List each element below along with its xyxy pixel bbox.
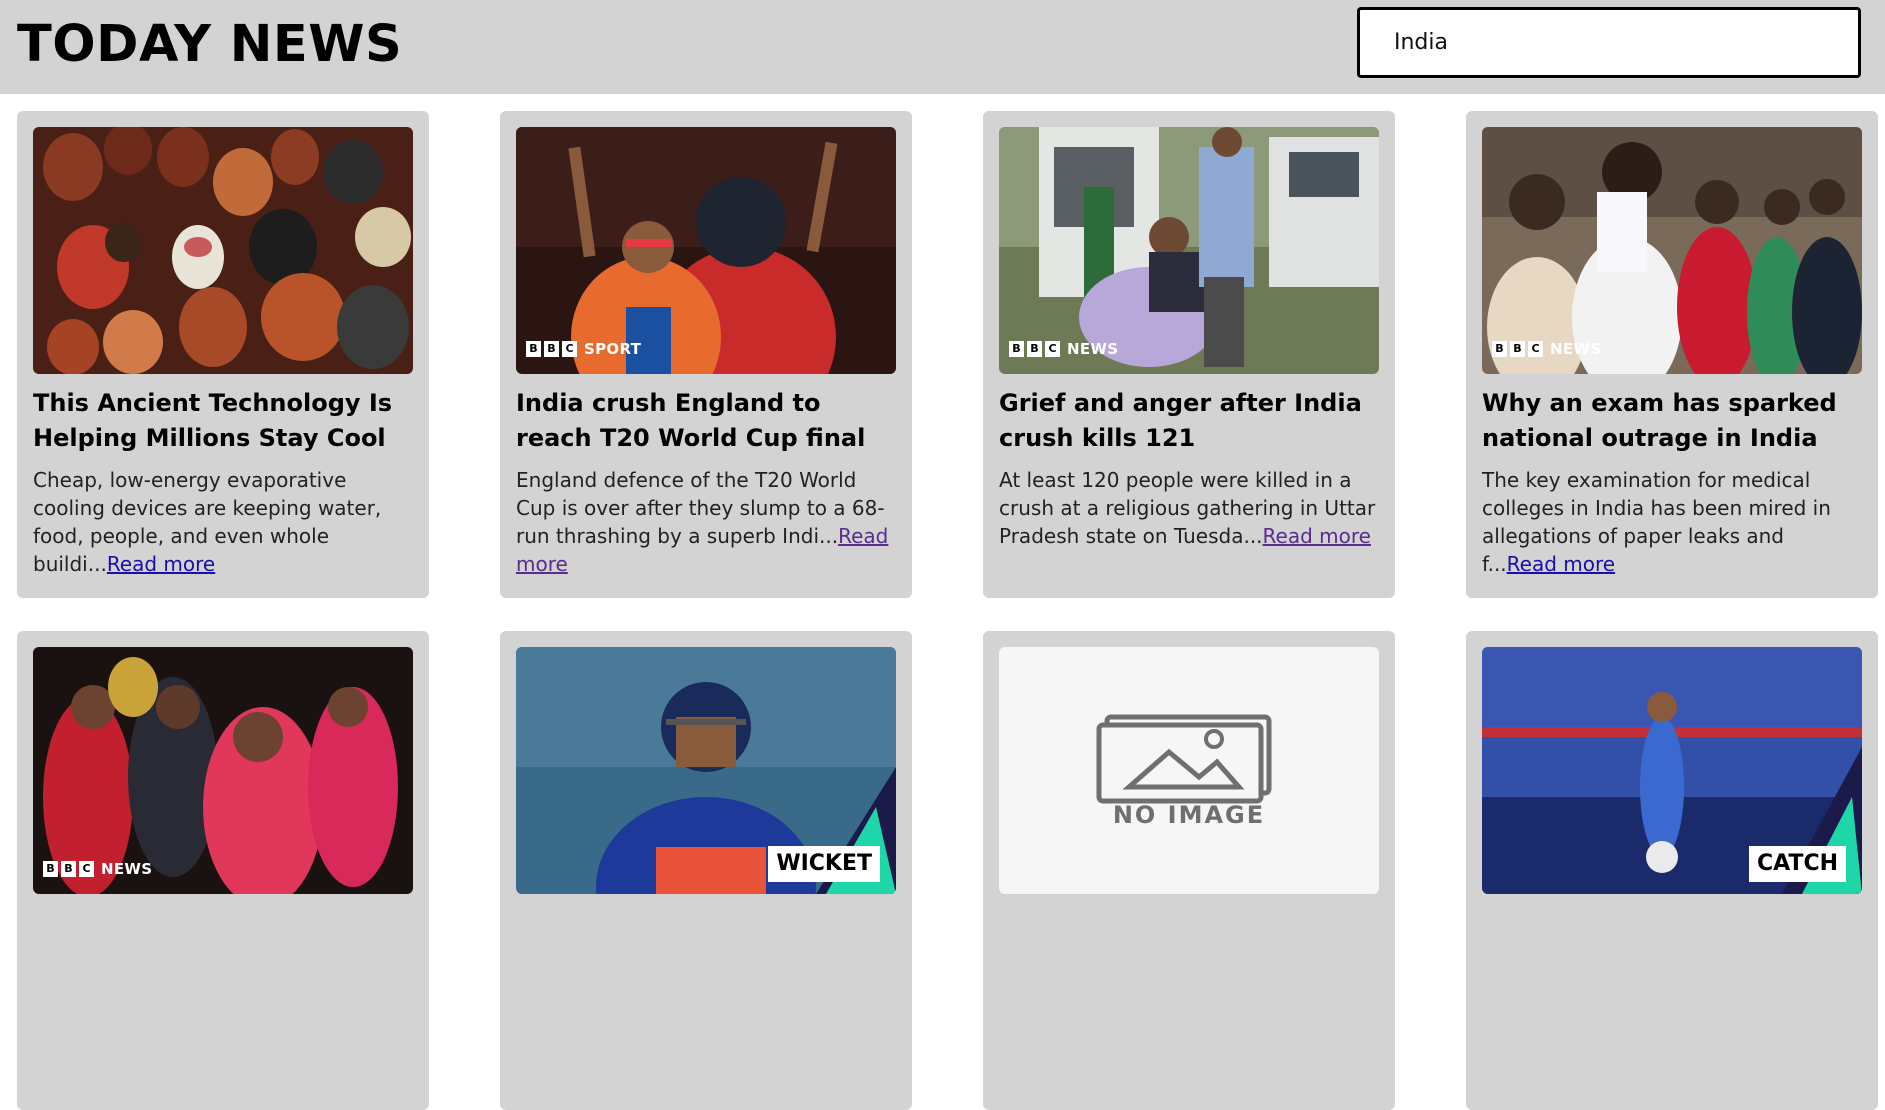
bbc-logo-block: C	[1045, 341, 1060, 357]
article-image-cricket-celebration[interactable]: B B C SPORT	[516, 127, 896, 374]
bbc-news-badge: B B C NEWS	[1009, 340, 1118, 358]
article-image-placeholder[interactable]: NO IMAGE	[999, 647, 1379, 894]
article-description: Cheap, low-energy evaporative cooling de…	[33, 466, 413, 578]
badge-label: NEWS	[101, 860, 153, 878]
bbc-sport-badge: B B C SPORT	[526, 340, 641, 358]
article-image-ambulance-grief[interactable]: B B C NEWS	[999, 127, 1379, 374]
article-description-text: England defence of the T20 World Cup is …	[516, 468, 885, 548]
article-description: The key examination for medical colleges…	[1482, 466, 1862, 578]
bbc-logo-block: B	[1492, 341, 1507, 357]
news-card: B B C NEWS Grief and anger after India c…	[983, 111, 1395, 598]
bbc-logo-block: B	[1027, 341, 1042, 357]
news-card: B B C NEWS	[17, 631, 429, 1110]
bbc-logo-block: B	[526, 341, 541, 357]
bbc-news-badge: B B C NEWS	[43, 860, 152, 878]
bbc-logo-block: B	[43, 861, 58, 877]
article-image-students-queue[interactable]: B B C NEWS	[1482, 127, 1862, 374]
bbc-logo-block: C	[562, 341, 577, 357]
news-card: WICKET	[500, 631, 912, 1110]
news-card: CATCH	[1466, 631, 1878, 1110]
header-bar: TODAY NEWS	[0, 0, 1885, 94]
site-title: TODAY NEWS	[17, 15, 403, 74]
article-title[interactable]: Why an exam has sparked national outrage…	[1482, 386, 1862, 456]
bbc-logo-block: B	[1009, 341, 1024, 357]
search-input[interactable]	[1357, 7, 1861, 78]
badge-label: SPORT	[584, 340, 642, 358]
article-title[interactable]: This Ancient Technology Is Helping Milli…	[33, 386, 413, 456]
bbc-logo-block: C	[79, 861, 94, 877]
read-more-link[interactable]: Read more	[1263, 524, 1371, 548]
bbc-logo-block: B	[61, 861, 76, 877]
catch-overlay-label: CATCH	[1748, 846, 1846, 882]
news-grid: This Ancient Technology Is Helping Milli…	[17, 111, 1878, 1110]
news-card: B B C NEWS Why an exam has sparked natio…	[1466, 111, 1878, 598]
news-card: B B C SPORT India crush England to reach…	[500, 111, 912, 598]
badge-label: NEWS	[1067, 340, 1119, 358]
read-more-link[interactable]: Read more	[1507, 552, 1615, 576]
badge-label: NEWS	[1550, 340, 1602, 358]
article-image-women-crowd[interactable]: B B C NEWS	[33, 647, 413, 894]
wicket-overlay-label: WICKET	[768, 846, 880, 882]
no-image-text: NO IMAGE	[1112, 801, 1266, 829]
news-card: NO IMAGE	[983, 631, 1395, 1110]
bbc-logo-block: B	[544, 341, 559, 357]
read-more-link[interactable]: Read more	[107, 552, 215, 576]
article-image-cricket-batsman[interactable]: WICKET	[516, 647, 896, 894]
article-image-clay-pots[interactable]	[33, 127, 413, 374]
article-image-cricket-catch[interactable]: CATCH	[1482, 647, 1862, 894]
bbc-news-badge: B B C NEWS	[1492, 340, 1601, 358]
article-title[interactable]: India crush England to reach T20 World C…	[516, 386, 896, 456]
article-title[interactable]: Grief and anger after India crush kills …	[999, 386, 1379, 456]
article-description: England defence of the T20 World Cup is …	[516, 466, 896, 578]
news-card: This Ancient Technology Is Helping Milli…	[17, 111, 429, 598]
article-description: At least 120 people were killed in a cru…	[999, 466, 1379, 550]
bbc-logo-block: C	[1528, 341, 1543, 357]
bbc-logo-block: B	[1510, 341, 1525, 357]
